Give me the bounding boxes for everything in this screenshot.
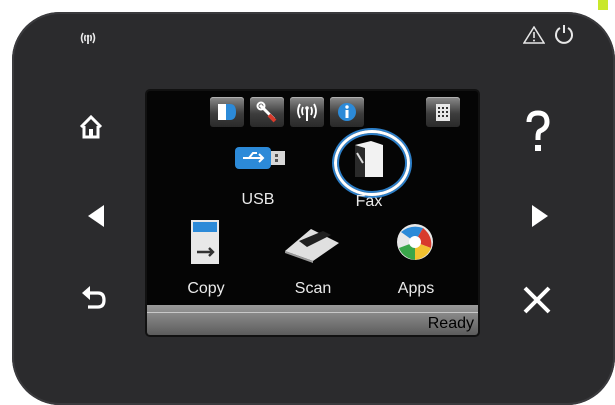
help-icon bbox=[526, 110, 550, 151]
wireless-button[interactable] bbox=[290, 97, 324, 127]
cancel-icon bbox=[523, 286, 551, 314]
fax-log-button[interactable] bbox=[426, 97, 460, 127]
fax-log-icon bbox=[436, 104, 450, 121]
copy-icon bbox=[191, 220, 219, 264]
fax-app-label: Fax bbox=[355, 193, 383, 210]
power-icon[interactable] bbox=[554, 24, 574, 46]
forward-arrow-icon bbox=[532, 205, 548, 227]
scan-app-label: Scan bbox=[294, 280, 332, 297]
usb-app-button[interactable] bbox=[233, 143, 287, 175]
home-icon bbox=[79, 114, 103, 139]
return-icon bbox=[82, 286, 106, 309]
fax-icon bbox=[355, 141, 383, 177]
back-button[interactable] bbox=[84, 203, 110, 229]
apps-app-button[interactable] bbox=[393, 218, 437, 266]
return-button[interactable] bbox=[78, 283, 108, 313]
warning-icon bbox=[522, 25, 546, 44]
setup-icon bbox=[256, 101, 277, 123]
copy-app-label: Copy bbox=[187, 280, 225, 297]
scan-icon bbox=[285, 229, 339, 263]
home-button[interactable] bbox=[78, 114, 104, 140]
usb-app-label: USB bbox=[241, 191, 275, 208]
back-arrow-icon bbox=[88, 205, 104, 227]
scan-app-button[interactable] bbox=[279, 223, 345, 263]
apps-icon bbox=[397, 224, 433, 260]
fax-app-button[interactable] bbox=[351, 139, 387, 181]
cancel-button[interactable] bbox=[520, 283, 554, 317]
label-sticker bbox=[598, 0, 608, 10]
copy-app-button[interactable] bbox=[187, 218, 225, 266]
setup-button[interactable] bbox=[250, 97, 284, 127]
touchscreen: USB Fax Copy Scan Apps Ready bbox=[147, 91, 478, 335]
apps-app-label: Apps bbox=[397, 280, 435, 297]
supplies-button[interactable] bbox=[210, 97, 244, 127]
wireless-led-icon bbox=[79, 31, 97, 47]
help-button[interactable] bbox=[524, 110, 552, 154]
forward-button[interactable] bbox=[526, 203, 552, 229]
status-bar: Ready bbox=[147, 305, 478, 335]
info-button[interactable] bbox=[330, 97, 364, 127]
status-divider bbox=[147, 312, 478, 313]
supplies-icon bbox=[218, 104, 236, 120]
wireless-icon bbox=[297, 103, 317, 121]
info-icon bbox=[338, 103, 356, 121]
usb-icon bbox=[235, 147, 285, 169]
status-text: Ready bbox=[427, 315, 474, 332]
